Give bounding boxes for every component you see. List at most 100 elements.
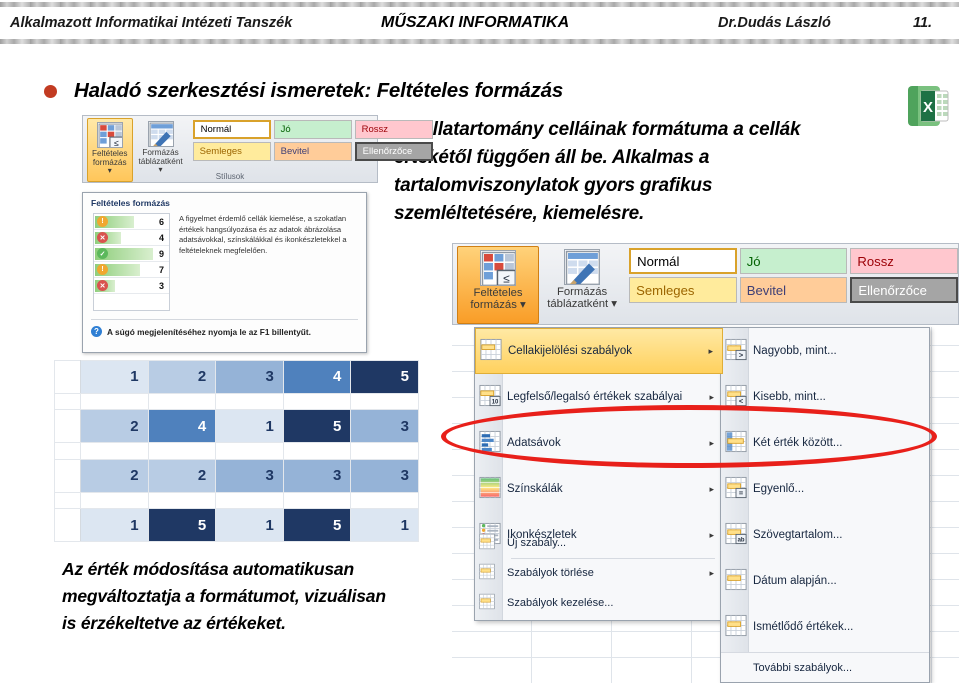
- menu-item-egyenlő[interactable]: = Egyenlő...: [721, 466, 929, 512]
- less-than-icon: <: [725, 384, 747, 410]
- menu-item-label: Egyenlő...: [753, 483, 805, 495]
- grid-cell-empty: [282, 491, 352, 510]
- conditional-formatting-menu[interactable]: Cellakijelölési szabályok ▸ 10 Legfelső/leg…: [474, 327, 724, 621]
- question-mark-icon: ?: [91, 326, 102, 337]
- row-gutter: [54, 508, 81, 542]
- menu-item-dátum-alapján[interactable]: Dátum alapján...: [721, 558, 929, 604]
- cell-style-bevitel[interactable]: Bevitel: [739, 277, 848, 304]
- tooltip-divider: [91, 319, 358, 320]
- menu-item-ismétlődő-értékek[interactable]: Ismétlődő értékek...: [721, 604, 929, 650]
- tooltip-sample-row: ! 7: [94, 262, 169, 278]
- menu-item-szövegtartalom[interactable]: ab Szövegtartalom...: [721, 512, 929, 558]
- ribbon-button-label-line1: Feltételes: [473, 286, 523, 299]
- cell-style-label: Normál: [637, 253, 680, 269]
- menu-item-label: Ismétlődő értékek...: [753, 621, 854, 633]
- menu-item-szabályok-törlése[interactable]: Szabályok törlése ▸: [475, 558, 723, 588]
- cell-style-rossz[interactable]: Rossz: [354, 120, 433, 139]
- row-gutter: [54, 409, 81, 444]
- row-gutter: [54, 360, 81, 394]
- color-scales-icon: [479, 476, 501, 502]
- header-author: Dr.Dudás László: [718, 14, 831, 31]
- date-occurring-icon: [725, 568, 747, 594]
- menu-item-label: Kisebb, mint...: [753, 391, 826, 403]
- menu-item-szabályok-kezelése[interactable]: Szabályok kezelése...: [475, 588, 723, 618]
- bullet-icon: [44, 84, 57, 98]
- menu-item-adatsávok[interactable]: Adatsávok ▸: [475, 420, 723, 466]
- cell-styles-gallery[interactable]: Normál Jó Rossz Semleges Bevitel Ellenőrzőce: [629, 248, 958, 324]
- menu-item-új-szabály[interactable]: Új szabály...: [475, 528, 723, 558]
- ribbon-group-label: Stílusok: [215, 172, 245, 181]
- cell-style-ellen-rz-ce[interactable]: Ellenőrzőce: [354, 142, 433, 161]
- grid-cell: 3: [282, 458, 352, 493]
- format-as-table-button[interactable]: Formázás táblázatként ▾: [541, 246, 623, 324]
- cell-style-label: Rossz: [857, 253, 894, 269]
- menu-item-nagyobb-mint[interactable]: > Nagyobb, mint...: [721, 328, 929, 374]
- svg-text:=: =: [739, 489, 743, 498]
- tooltip-sample-row: ✕ 3: [94, 278, 169, 294]
- table-row: 22333: [54, 458, 419, 493]
- grid-cell-empty: [282, 442, 352, 460]
- menu-item-label: Cellakijelölési szabályok: [508, 345, 633, 357]
- ribbon-strip-large: ≤ Feltételes formázás ▾ Formázás táblázatkén…: [452, 243, 959, 325]
- styles-ribbon-group-small: ≤ Feltételes formázás ▾ Formázás táblázatkén…: [82, 115, 433, 183]
- cell-style-semleges[interactable]: Semleges: [192, 142, 271, 161]
- menu-item-more-rules[interactable]: További szabályok...: [721, 652, 929, 682]
- menu-item-cellakijelölési-szabályok[interactable]: Cellakijelölési szabályok ▸: [475, 328, 723, 374]
- cell-style-label: Rossz: [361, 124, 389, 135]
- cell-style-norm-l[interactable]: Normál: [629, 248, 737, 275]
- body-paragraph: A cellatartomány celláinak formátuma a c…: [394, 119, 801, 224]
- cell-style-label: Normál: [200, 124, 232, 135]
- menu-item-label: Színskálák: [507, 483, 563, 495]
- grid-cell-empty: [350, 442, 419, 460]
- grid-spacer-row: [54, 491, 419, 510]
- grid-cell-empty: [147, 392, 217, 411]
- page-title: Haladó szerkesztési ismeretek: Feltétele…: [74, 79, 564, 102]
- menu-item-label: Szabályok törlése: [507, 567, 594, 579]
- cell-style-label: Bevitel: [746, 282, 787, 298]
- highlight-cells-rules-icon: [480, 338, 502, 364]
- grid-cell: 4: [282, 360, 352, 394]
- grid-cell: 5: [147, 508, 217, 542]
- cell-style-label: Ellenőrzőce: [362, 146, 413, 157]
- menu-item-kisebb-mint[interactable]: < Kisebb, mint...: [721, 374, 929, 420]
- ribbon-button-label-line1: Formázás: [556, 285, 608, 298]
- cell-style-rossz[interactable]: Rossz: [850, 248, 958, 275]
- header-page-number: 11.: [913, 14, 933, 31]
- menu-item-label: Szövegtartalom...: [753, 529, 843, 541]
- menu-item-legfelső-legalsó-értékek-szabályai[interactable]: 10 Legfelső/legalsó értékek szabályai ▸: [475, 374, 723, 420]
- menu-item-színskálák[interactable]: Színskálák ▸: [475, 466, 723, 512]
- cell-style-norm-l[interactable]: Normál: [192, 120, 271, 139]
- svg-text:>: >: [739, 351, 743, 360]
- cell-style-semleges[interactable]: Semleges: [629, 277, 737, 304]
- grid-spacer-row: [54, 392, 419, 411]
- cell-style-j-[interactable]: Jó: [739, 248, 848, 275]
- greater-than-icon: >: [725, 338, 747, 364]
- menu-item-label: Új szabály...: [507, 537, 567, 549]
- cell-style-j-[interactable]: Jó: [273, 120, 352, 139]
- grid-cell: 3: [350, 409, 419, 444]
- slide-header: Alkalmazott Informatikai Intézeti Tanszé…: [0, 0, 959, 44]
- top-bottom-rules-icon: 10: [479, 384, 501, 410]
- chevron-right-icon: ▸: [709, 391, 714, 402]
- data-bars-icon: [479, 430, 501, 456]
- data-table: 12345241532233315151: [54, 360, 419, 542]
- grid-cell: 2: [80, 409, 149, 444]
- cell-style-bevitel[interactable]: Bevitel: [273, 142, 352, 161]
- grid-cell-empty: [54, 491, 81, 510]
- menu-item-két-érték-között[interactable]: Két érték között...: [721, 420, 929, 466]
- equal-to-icon: =: [725, 476, 747, 502]
- conditional-formatting-icon: ≤: [96, 122, 123, 148]
- grid-cell: 5: [282, 409, 352, 444]
- cell-style-label: Jó: [280, 124, 291, 135]
- cell-style-ellen-rz-ce[interactable]: Ellenőrzőce: [850, 277, 958, 304]
- between-icon: [725, 430, 747, 456]
- conditional-formatting-button[interactable]: ≤ Feltételes formázás ▾: [457, 246, 540, 324]
- highlight-cells-rules-submenu[interactable]: > Nagyobb, mint... < Kisebb, mint... Két ért…: [720, 327, 930, 683]
- conditional-formatting-icon: ≤: [480, 250, 516, 286]
- check-icon: ✓: [97, 248, 108, 259]
- chevron-right-icon: ▸: [709, 437, 714, 448]
- grid-cell: 2: [80, 458, 149, 493]
- menu-item-label: Legfelső/legalsó értékek szabályai: [507, 391, 683, 403]
- svg-text:<: <: [739, 397, 743, 406]
- styles-ribbon-group-large: ≤ Feltételes formázás ▾ Formázás táblázatkén…: [452, 243, 959, 325]
